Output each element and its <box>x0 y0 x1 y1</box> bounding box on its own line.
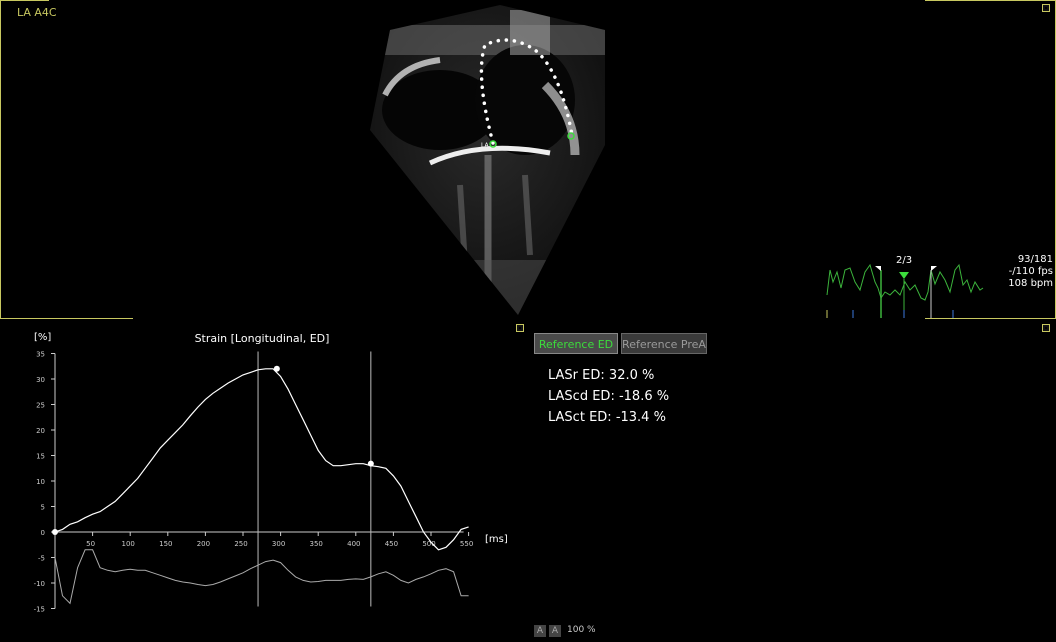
zoom-a-small-button[interactable]: A <box>534 625 546 637</box>
x-tick-label: 450 <box>385 540 398 548</box>
measurement-lasct: LASct ED: -13.4 % <box>548 410 666 425</box>
y-tick-label: 30 <box>36 376 45 384</box>
y-axis-label: [%] <box>34 332 51 343</box>
x-tick-label: 300 <box>272 540 285 548</box>
panel-maximize-icon-top-right[interactable] <box>1042 4 1050 12</box>
measurement-value: -18.6 % <box>618 389 670 404</box>
strain-point-marker <box>273 365 280 372</box>
x-tick-label: 400 <box>347 540 360 548</box>
x-tick-label: 250 <box>234 540 247 548</box>
zoom-a-large-button[interactable]: A <box>549 625 561 637</box>
measurement-label: LASr ED: <box>548 368 605 383</box>
y-tick-label: -15 <box>34 606 45 614</box>
la-marker: LA <box>481 142 489 149</box>
y-tick-label: 25 <box>36 402 45 410</box>
y-tick-label: 0 <box>41 529 45 537</box>
x-tick-label: 200 <box>197 540 210 548</box>
measurement-label: LASct ED: <box>548 410 612 425</box>
x-tick-label: 150 <box>159 540 172 548</box>
ecg-beat-counter: 2/3 <box>896 255 913 266</box>
measurement-label: LAScd ED: <box>548 389 615 404</box>
strain-curve <box>54 368 469 551</box>
x-tick-label: 350 <box>310 540 323 548</box>
y-tick-label: 5 <box>41 504 45 512</box>
frame-corner-tr <box>925 0 1056 56</box>
y-tick-label: 10 <box>36 478 45 486</box>
y-tick-label: 20 <box>36 427 45 435</box>
strain-rate-curve <box>54 549 469 605</box>
ecg-frame-counter: 93/181 <box>1017 254 1053 265</box>
chart-title: Strain [Longitudinal, ED] <box>195 332 330 345</box>
y-tick-label: -5 <box>38 555 45 563</box>
measurement-value: 32.0 % <box>608 368 655 383</box>
x-tick-label: 550 <box>460 540 473 548</box>
measurement-lascd: LAScd ED: -18.6 % <box>548 389 669 404</box>
y-tick-label: -10 <box>34 580 45 588</box>
y-tick-label: 15 <box>36 453 45 461</box>
view-label: LA A4C <box>17 6 57 19</box>
strain-chart[interactable]: Strain [Longitudinal, ED] [%] [ms] 35 30 25 20… <box>0 326 520 616</box>
measurement-value: -13.4 % <box>615 410 666 425</box>
strain-point-marker <box>367 460 374 467</box>
x-tick-label: 50 <box>86 540 95 548</box>
ecg-strip[interactable] <box>825 260 985 320</box>
reference-prea-button[interactable]: Reference PreA <box>621 333 707 354</box>
frame-corner-bl <box>0 262 133 319</box>
reference-ed-button[interactable]: Reference ED <box>534 333 618 354</box>
y-tick-label: 35 <box>36 351 45 359</box>
frame-edge-left <box>0 0 1 318</box>
x-axis-label: [ms] <box>485 534 508 545</box>
zoom-level: 100 % <box>567 625 596 635</box>
x-tick-label: 100 <box>122 540 135 548</box>
ecg-heart-rate: 108 bpm <box>1008 278 1053 289</box>
ecg-fps: -/110 fps <box>1008 266 1053 277</box>
strain-point-marker <box>52 529 58 535</box>
panel-maximize-icon-right[interactable] <box>1042 324 1050 332</box>
measurement-lasr: LASr ED: 32.0 % <box>548 368 654 383</box>
echo-image[interactable]: LA <box>360 5 610 320</box>
x-tick-label: 500 <box>422 540 435 548</box>
